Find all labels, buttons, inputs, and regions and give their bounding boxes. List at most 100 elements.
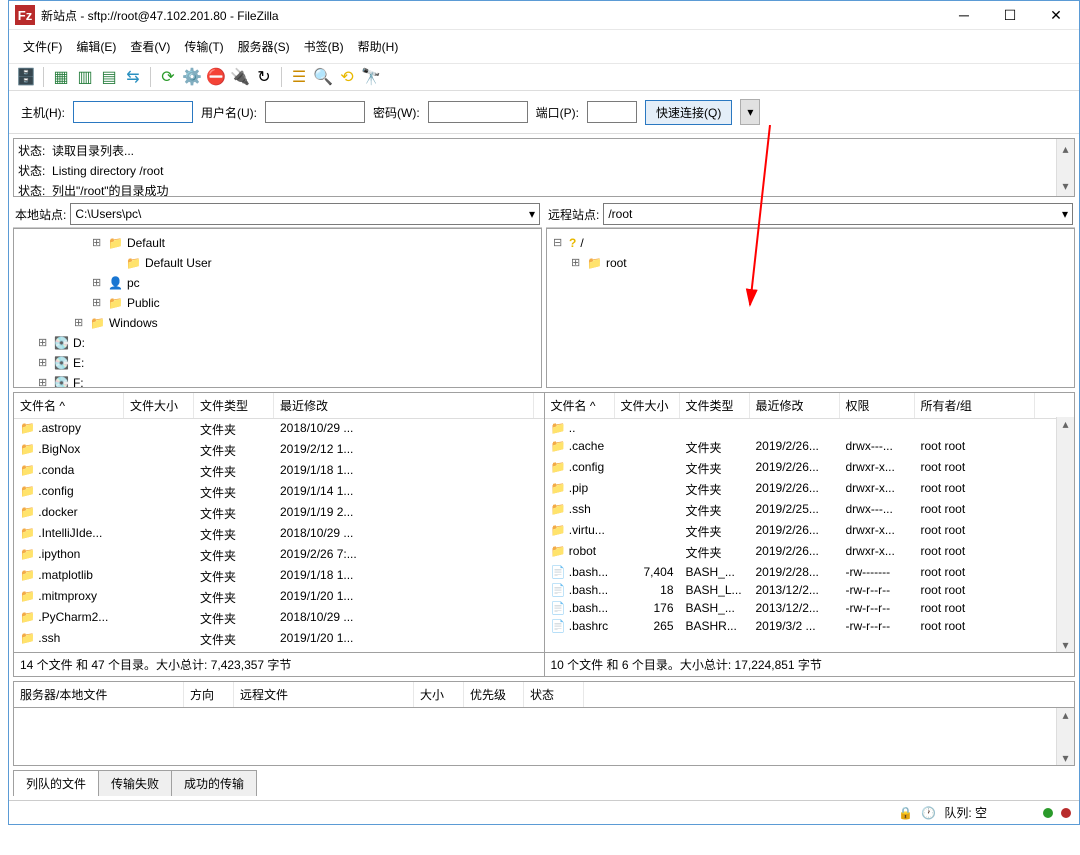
- list-item[interactable]: 📄 .bash...18BASH_L...2013/12/2...-rw-r--…: [545, 581, 1075, 599]
- refresh-icon[interactable]: ⟳: [157, 66, 179, 88]
- menu-bookmark[interactable]: 书签(B): [298, 34, 350, 59]
- tab-failed[interactable]: 传输失败: [98, 770, 172, 796]
- toggle-queue-icon[interactable]: ▤: [98, 66, 120, 88]
- toggle-tree-icon[interactable]: ▥: [74, 66, 96, 88]
- list-item[interactable]: 📁 .cache文件夹2019/2/26...drwx---...root ro…: [545, 437, 1075, 458]
- log-pane[interactable]: 状态: 读取目录列表... 状态: Listing directory /roo…: [13, 138, 1075, 197]
- tree-item[interactable]: ⊞💽 E:: [20, 353, 535, 373]
- toolbar-sep: [281, 67, 282, 87]
- menu-file[interactable]: 文件(F): [17, 34, 68, 59]
- status-bar: 🔒 🕐 队列: 空: [9, 800, 1079, 824]
- list-item[interactable]: 📁 .pip文件夹2019/2/26...drwxr-x...root root: [545, 479, 1075, 500]
- column-header[interactable]: 文件名 ^: [14, 393, 124, 418]
- scrollbar[interactable]: ▴▾: [1056, 417, 1074, 652]
- pass-input[interactable]: [428, 101, 528, 123]
- list-item[interactable]: 📁 .BigNox文件夹2019/2/12 1...: [14, 440, 544, 461]
- remote-file-list[interactable]: 文件名 ^文件大小文件类型最近修改权限所有者/组 📁 ..📁 .cache文件夹…: [545, 393, 1075, 676]
- list-item[interactable]: 📄 .bash...176BASH_...2013/12/2...-rw-r--…: [545, 599, 1075, 617]
- remote-tree[interactable]: ⊟? /⊞📁 root: [546, 228, 1075, 388]
- find-icon[interactable]: 🔭: [360, 66, 382, 88]
- tab-success[interactable]: 成功的传输: [171, 770, 257, 796]
- menu-server[interactable]: 服务器(S): [232, 34, 296, 59]
- scrollbar[interactable]: ▴▾: [1056, 708, 1074, 765]
- column-header[interactable]: 最近修改: [274, 393, 534, 418]
- queue-header: 服务器/本地文件方向远程文件大小优先级状态: [13, 681, 1075, 707]
- tree-item[interactable]: ⊞📁 root: [553, 253, 1068, 273]
- tree-item[interactable]: ⊞📁 Windows: [20, 313, 535, 333]
- local-site-label: 本地站点:: [15, 206, 66, 223]
- scrollbar[interactable]: ▴▾: [1056, 139, 1074, 196]
- tree-item[interactable]: ⊞📁 Public: [20, 293, 535, 313]
- list-item[interactable]: 📄 .bashrc265BASHR...2019/3/2 ...-rw-r--r…: [545, 617, 1075, 635]
- quick-connect-dropdown[interactable]: ▾: [740, 99, 760, 125]
- queue-body[interactable]: ▴▾: [13, 707, 1075, 766]
- column-header[interactable]: 服务器/本地文件: [14, 682, 184, 707]
- menu-transfer[interactable]: 传输(T): [178, 34, 229, 59]
- column-header[interactable]: 最近修改: [750, 393, 840, 418]
- column-header[interactable]: 远程文件: [234, 682, 414, 707]
- tree-item[interactable]: 📁 Default User: [20, 253, 535, 273]
- process-queue-icon[interactable]: ⚙️: [181, 66, 203, 88]
- toggle-log-icon[interactable]: ▦: [50, 66, 72, 88]
- toggle-sync-icon[interactable]: ⟲: [336, 66, 358, 88]
- local-file-list[interactable]: 文件名 ^文件大小文件类型最近修改 📁 .astropy文件夹2018/10/2…: [14, 393, 545, 676]
- tree-item[interactable]: ⊞💽 F:: [20, 373, 535, 388]
- tab-queued[interactable]: 列队的文件: [13, 770, 99, 796]
- remote-path-combo[interactable]: /root▾: [603, 203, 1073, 225]
- list-item[interactable]: 📁 .config文件夹2019/1/14 1...: [14, 482, 544, 503]
- list-item[interactable]: 📁 .ssh文件夹2019/2/25...drwx---...root root: [545, 500, 1075, 521]
- reconnect-icon[interactable]: ↻: [253, 66, 275, 88]
- title-bar: Fz 新站点 - sftp://root@47.102.201.80 - Fil…: [9, 1, 1079, 30]
- minimize-button[interactable]: ─: [941, 1, 987, 29]
- tree-item[interactable]: ⊞💽 D:: [20, 333, 535, 353]
- column-header[interactable]: 所有者/组: [915, 393, 1035, 418]
- column-header[interactable]: 优先级: [464, 682, 524, 707]
- user-label: 用户名(U):: [201, 104, 257, 121]
- local-path-combo[interactable]: C:\Users\pc\▾: [70, 203, 540, 225]
- list-item[interactable]: 📄 .bash...7,404BASH_...2019/2/28...-rw--…: [545, 563, 1075, 581]
- list-item[interactable]: 📁 .config文件夹2019/2/26...drwxr-x...root r…: [545, 458, 1075, 479]
- list-item[interactable]: 📁 ..: [545, 419, 1075, 437]
- list-item[interactable]: 📁 .conda文件夹2019/1/18 1...: [14, 461, 544, 482]
- list-item[interactable]: 📁 .IntelliJIde...文件夹2018/10/29 ...: [14, 524, 544, 545]
- toolbar-sep: [150, 67, 151, 87]
- tree-item[interactable]: ⊞📁 Default: [20, 233, 535, 253]
- list-item[interactable]: 📁 .matplotlib文件夹2019/1/18 1...: [14, 566, 544, 587]
- toolbar-sep: [43, 67, 44, 87]
- list-item[interactable]: 📁 .virtu...文件夹2019/2/26...drwxr-x...root…: [545, 521, 1075, 542]
- local-tree[interactable]: ⊞📁 Default📁 Default User⊞👤 pc⊞📁 Public⊞📁…: [13, 228, 542, 388]
- list-item[interactable]: 📁 .ssh文件夹2019/1/20 1...: [14, 629, 544, 650]
- disconnect-icon[interactable]: 🔌: [229, 66, 251, 88]
- list-item[interactable]: 📁 .mitmproxy文件夹2019/1/20 1...: [14, 587, 544, 608]
- cancel-icon[interactable]: ⛔: [205, 66, 227, 88]
- tree-item[interactable]: ⊞👤 pc: [20, 273, 535, 293]
- sitemanager-icon[interactable]: 🗄️: [15, 66, 37, 88]
- menu-help[interactable]: 帮助(H): [352, 34, 405, 59]
- column-header[interactable]: 文件大小: [124, 393, 194, 418]
- column-header[interactable]: 方向: [184, 682, 234, 707]
- menu-edit[interactable]: 编辑(E): [70, 34, 122, 59]
- host-input[interactable]: [73, 101, 193, 123]
- column-header[interactable]: 大小: [414, 682, 464, 707]
- tree-item[interactable]: ⊟? /: [553, 233, 1068, 253]
- port-input[interactable]: [587, 101, 637, 123]
- maximize-button[interactable]: ☐: [987, 1, 1033, 29]
- list-item[interactable]: 📁 robot文件夹2019/2/26...drwxr-x...root roo…: [545, 542, 1075, 563]
- column-header[interactable]: 文件大小: [615, 393, 680, 418]
- user-input[interactable]: [265, 101, 365, 123]
- column-header[interactable]: 文件类型: [680, 393, 750, 418]
- menu-view[interactable]: 查看(V): [124, 34, 176, 59]
- column-header[interactable]: 状态: [524, 682, 584, 707]
- sync-browse-icon[interactable]: ⇆: [122, 66, 144, 88]
- compare-icon[interactable]: 🔍: [312, 66, 334, 88]
- column-header[interactable]: 权限: [840, 393, 915, 418]
- column-header[interactable]: 文件类型: [194, 393, 274, 418]
- list-item[interactable]: 📁 .astropy文件夹2018/10/29 ...: [14, 419, 544, 440]
- column-header[interactable]: 文件名 ^: [545, 393, 615, 418]
- quick-connect-button[interactable]: 快速连接(Q): [645, 100, 732, 125]
- list-item[interactable]: 📁 .PyCharm2...文件夹2018/10/29 ...: [14, 608, 544, 629]
- filter-icon[interactable]: ☰: [288, 66, 310, 88]
- close-button[interactable]: ✕: [1033, 1, 1079, 29]
- list-item[interactable]: 📁 .docker文件夹2019/1/19 2...: [14, 503, 544, 524]
- list-item[interactable]: 📁 .ipython文件夹2019/2/26 7:...: [14, 545, 544, 566]
